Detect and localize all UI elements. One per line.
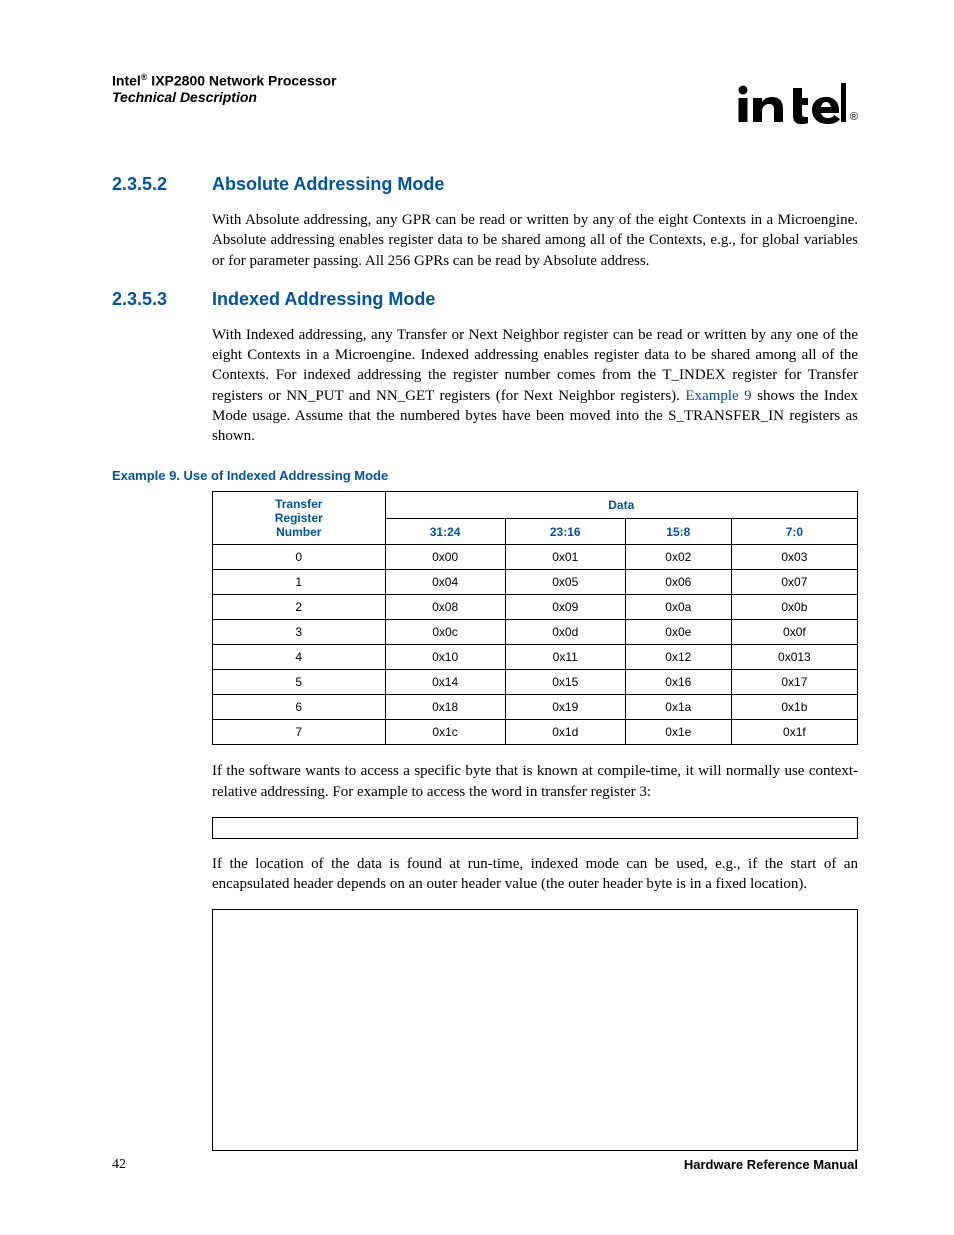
cell-value: 0x12 xyxy=(625,645,731,670)
cell-value: 0x02 xyxy=(625,545,731,570)
cell-value: 0x04 xyxy=(385,570,505,595)
cell-reg-num: 3 xyxy=(213,620,386,645)
table-row: 10x040x050x060x07 xyxy=(213,570,858,595)
cell-value: 0x1c xyxy=(385,720,505,745)
cell-reg-num: 0 xyxy=(213,545,386,570)
cell-value: 0x0e xyxy=(625,620,731,645)
cell-value: 0x17 xyxy=(731,670,857,695)
th-line3: Number xyxy=(276,525,321,539)
code-box-small xyxy=(212,817,858,839)
after-text-2: If the location of the data is found at … xyxy=(212,854,858,895)
product-prefix: Intel xyxy=(112,73,141,89)
header-text: Intel® IXP2800 Network Processor Technic… xyxy=(112,72,337,105)
cell-value: 0x1b xyxy=(731,695,857,720)
cell-reg-num: 1 xyxy=(213,570,386,595)
cell-value: 0x0c xyxy=(385,620,505,645)
cell-value: 0x1d xyxy=(505,720,625,745)
cell-value: 0x013 xyxy=(731,645,857,670)
table-row: 00x000x010x020x03 xyxy=(213,545,858,570)
cell-value: 0x00 xyxy=(385,545,505,570)
cell-value: 0x0d xyxy=(505,620,625,645)
manual-title: Hardware Reference Manual xyxy=(684,1157,858,1173)
sub-header: 23:16 xyxy=(505,518,625,545)
cell-reg-num: 5 xyxy=(213,670,386,695)
cell-value: 0x05 xyxy=(505,570,625,595)
table-row: 60x180x190x1a0x1b xyxy=(213,695,858,720)
cell-value: 0x10 xyxy=(385,645,505,670)
cell-value: 0x03 xyxy=(731,545,857,570)
table-row: 50x140x150x160x17 xyxy=(213,670,858,695)
th-line1: Transfer xyxy=(275,497,322,511)
page: Intel ® IXP2800 Network Processor Technic… xyxy=(0,0,954,1235)
th-line2: Register xyxy=(275,511,323,525)
page-footer: 42 Hardware Reference Manual xyxy=(112,1157,858,1173)
table-body: 00x000x010x020x0310x040x050x060x0720x080… xyxy=(213,545,858,745)
code-box-large xyxy=(212,909,858,1151)
cell-value: 0x1a xyxy=(625,695,731,720)
cell-value: 0x14 xyxy=(385,670,505,695)
cell-value: 0x07 xyxy=(731,570,857,595)
cell-value: 0x11 xyxy=(505,645,625,670)
section-title: Absolute Addressing Mode xyxy=(212,174,444,195)
cell-value: 0x08 xyxy=(385,595,505,620)
section-number: 2.3.5.2 xyxy=(112,174,212,195)
section-heading-2352: 2.3.5.2 Absolute Addressing Mode xyxy=(112,174,858,195)
table-row: 40x100x110x120x013 xyxy=(213,645,858,670)
intel-logo: ® xyxy=(736,80,858,126)
cell-value: 0x0b xyxy=(731,595,857,620)
cell-value: 0x0a xyxy=(625,595,731,620)
intel-logo-svg xyxy=(736,80,846,126)
table-row: 30x0c0x0d0x0e0x0f xyxy=(213,620,858,645)
cell-value: 0x15 xyxy=(505,670,625,695)
cell-reg-num: 2 xyxy=(213,595,386,620)
cell-value: 0x0f xyxy=(731,620,857,645)
sub-header: 31:24 xyxy=(385,518,505,545)
table-row: 20x080x090x0a0x0b xyxy=(213,595,858,620)
col-header-transfer: Transfer Register Number xyxy=(213,492,386,545)
cell-value: 0x01 xyxy=(505,545,625,570)
table-row: 70x1c0x1d0x1e0x1f xyxy=(213,720,858,745)
cell-value: 0x09 xyxy=(505,595,625,620)
cell-reg-num: 7 xyxy=(213,720,386,745)
data-table: Transfer Register Number Data 31:24 23:1… xyxy=(212,491,858,745)
cell-value: 0x06 xyxy=(625,570,731,595)
section-body-2353: With Indexed addressing, any Transfer or… xyxy=(212,325,858,447)
after-text-1: If the software wants to access a specif… xyxy=(212,761,858,802)
section-body-2352: With Absolute addressing, any GPR can be… xyxy=(212,210,858,271)
header-subtitle: Technical Description xyxy=(112,89,257,105)
example-title: Example 9. Use of Indexed Addressing Mod… xyxy=(112,468,858,483)
section-number: 2.3.5.3 xyxy=(112,289,212,310)
col-header-data: Data xyxy=(385,492,857,519)
cell-value: 0x1e xyxy=(625,720,731,745)
example-link[interactable]: Example 9 xyxy=(685,388,751,404)
cell-value: 0x16 xyxy=(625,670,731,695)
page-number: 42 xyxy=(112,1157,126,1173)
sub-header: 15:8 xyxy=(625,518,731,545)
section-heading-2353: 2.3.5.3 Indexed Addressing Mode xyxy=(112,289,858,310)
cell-value: 0x18 xyxy=(385,695,505,720)
logo-registered: ® xyxy=(850,112,858,123)
cell-value: 0x19 xyxy=(505,695,625,720)
cell-reg-num: 6 xyxy=(213,695,386,720)
page-header: Intel ® IXP2800 Network Processor Technic… xyxy=(112,72,858,126)
cell-value: 0x1f xyxy=(731,720,857,745)
cell-reg-num: 4 xyxy=(213,645,386,670)
section-title: Indexed Addressing Mode xyxy=(212,289,435,310)
sub-header: 7:0 xyxy=(731,518,857,545)
product-suffix: IXP2800 Network Processor xyxy=(147,73,336,89)
